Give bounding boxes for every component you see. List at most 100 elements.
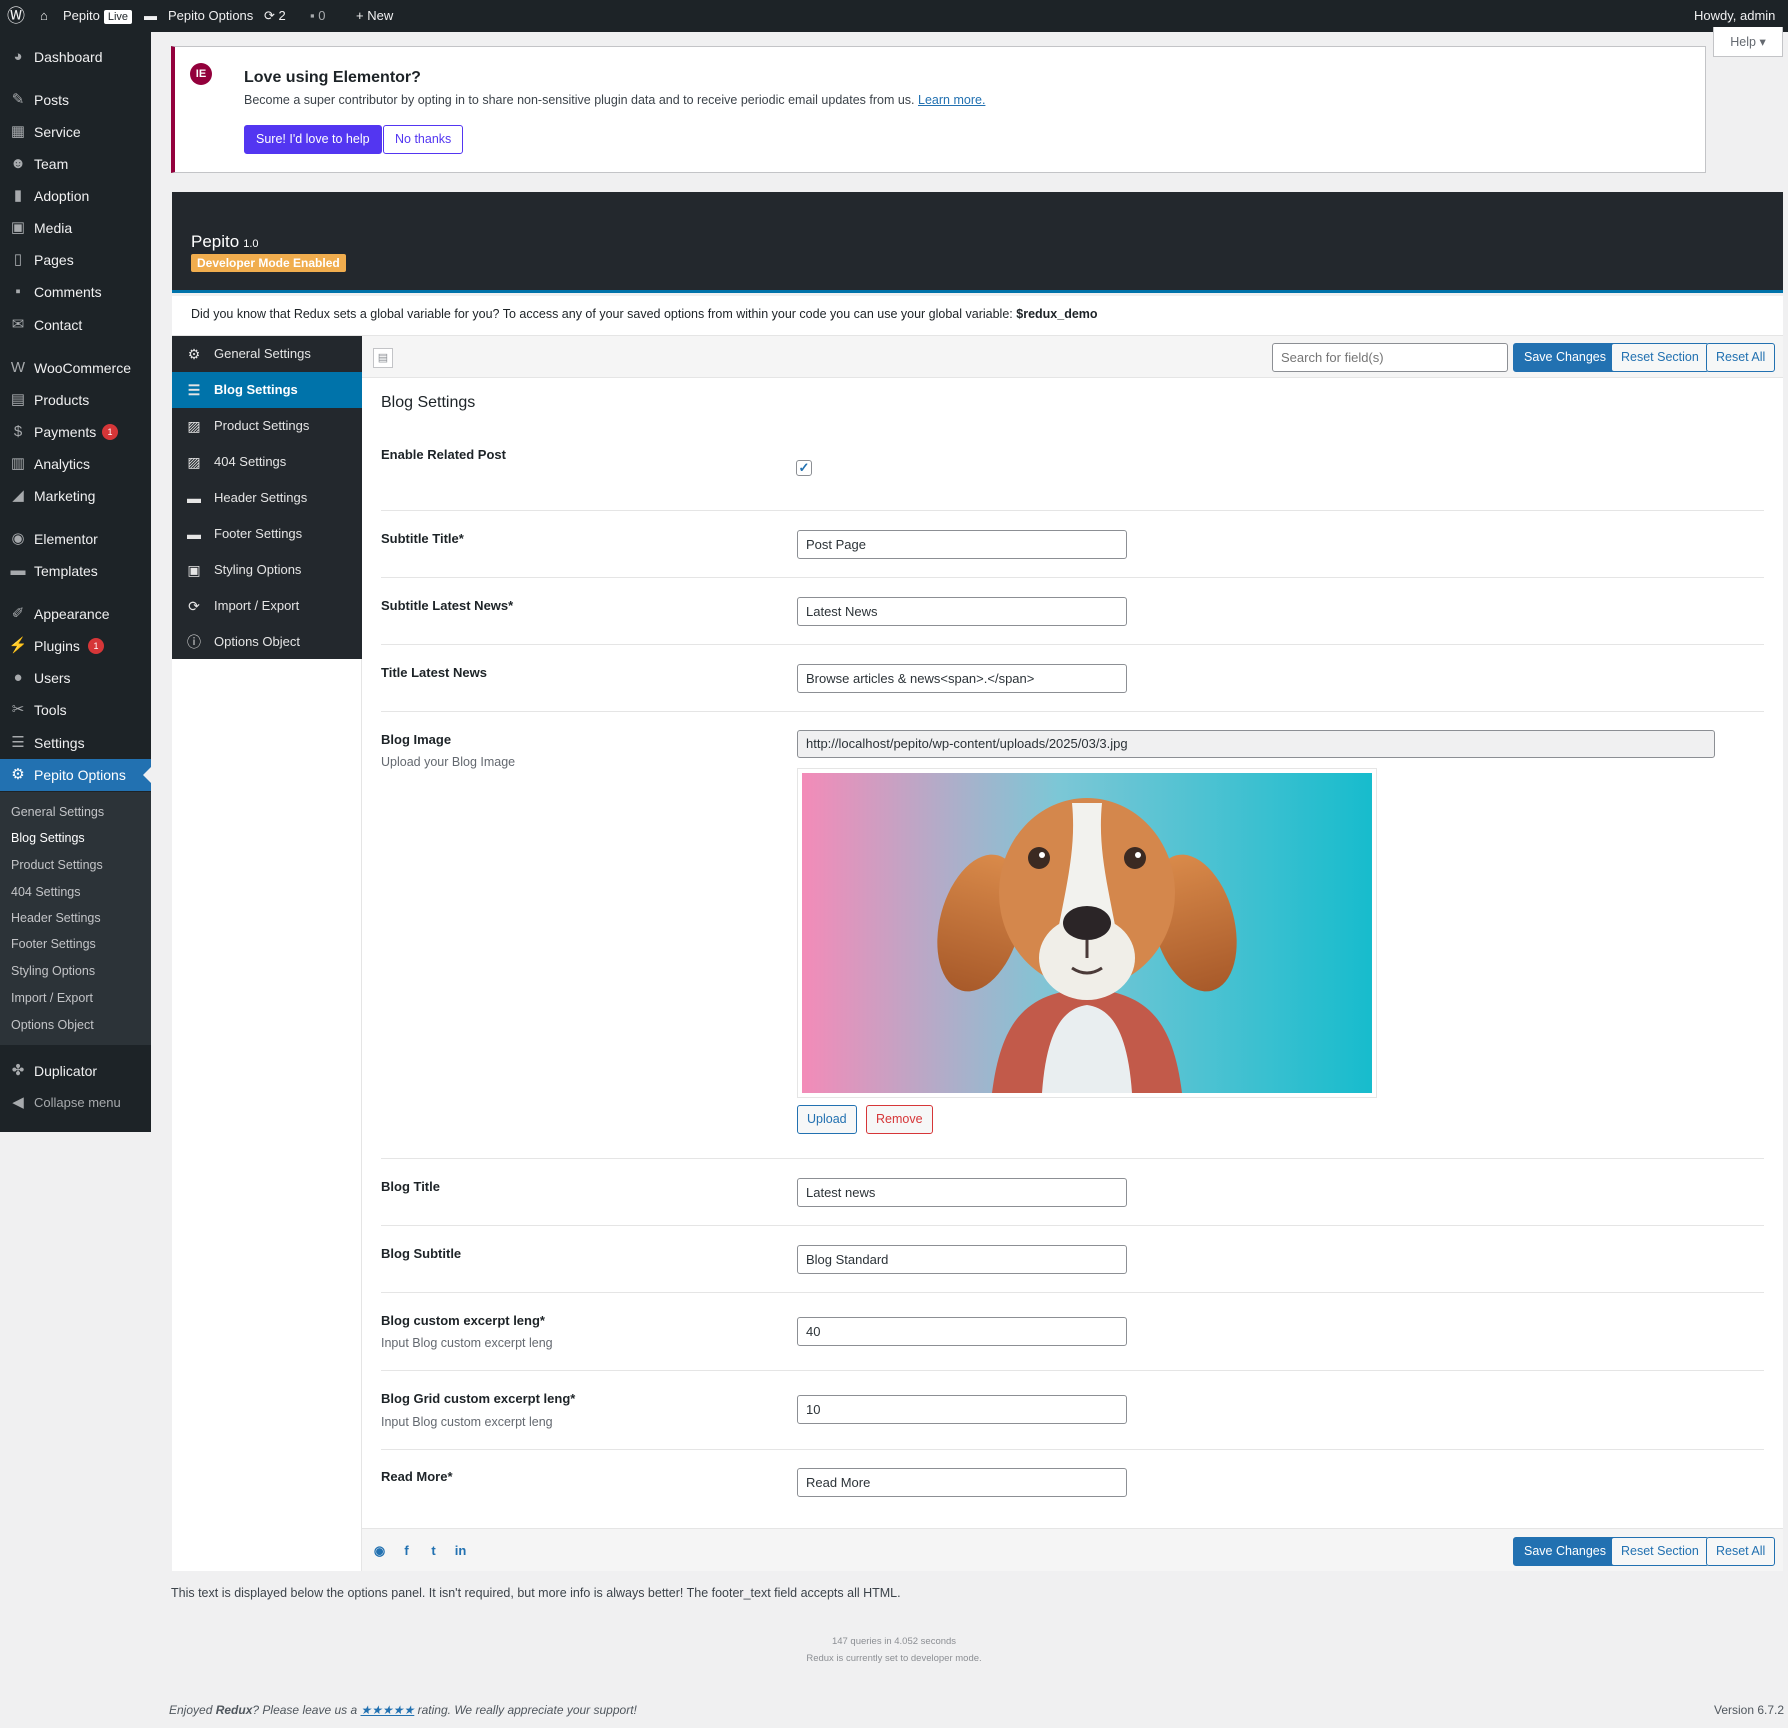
submenu-item-blog-settings[interactable]: Blog Settings — [11, 826, 85, 850]
menu-item-appearance[interactable]: ✐ Appearance — [0, 598, 151, 630]
comment-icon: ▪ — [310, 8, 315, 23]
rating-stars-link[interactable]: ★★★★★ — [361, 1703, 415, 1717]
submenu-item-general-settings[interactable]: General Settings — [11, 800, 104, 824]
query-stats: 147 queries in 4.052 seconds — [831, 1636, 957, 1647]
updates-link[interactable]: ⟳ 2 — [264, 0, 286, 32]
linkedin-icon[interactable]: in — [453, 1543, 468, 1558]
blog-subtitle-input[interactable] — [797, 1245, 1127, 1274]
menu-item-users[interactable]: ● Users — [0, 662, 151, 694]
menu-item-payments[interactable]: $ Payments 1 — [0, 416, 151, 448]
submenu-item-styling-options[interactable]: Styling Options — [11, 959, 95, 983]
admin-bar: Ⓦ ⌂ Pepito Live ▬ Pepito Options ⟳ 2 ▪ 0 … — [0, 0, 1788, 32]
menu-item-service[interactable]: ▦ Service — [0, 116, 151, 148]
menu-item-products[interactable]: ▤ Products — [0, 384, 151, 416]
menu-item-settings[interactable]: ☰ Settings — [0, 727, 151, 759]
check-icon: ✓ — [798, 460, 810, 475]
search-input[interactable] — [1272, 343, 1508, 372]
menu-item-templates[interactable]: ▬ Templates — [0, 555, 151, 587]
submenu-item-footer-settings[interactable]: Footer Settings — [11, 932, 96, 956]
blog-title-input[interactable] — [797, 1178, 1127, 1207]
menu-item-dashboard[interactable]: ◕ Dashboard — [0, 41, 151, 73]
footer-text: This text is displayed below the options… — [171, 1586, 901, 1600]
menu-item-marketing[interactable]: ◢ Marketing — [0, 480, 151, 512]
save-changes-button-bottom[interactable]: Save Changes — [1513, 1537, 1618, 1566]
menu-item-posts[interactable]: ✎ Posts — [0, 84, 151, 116]
grid-excerpt-input[interactable] — [797, 1395, 1127, 1424]
reset-section-button[interactable]: Reset Section — [1611, 343, 1709, 372]
submenu-item-options-object[interactable]: Options Object — [11, 1013, 94, 1037]
submenu-item-header-settings[interactable]: Header Settings — [11, 906, 101, 930]
excerpt-input[interactable] — [797, 1317, 1127, 1346]
menu-item-team[interactable]: ☻ Team — [0, 148, 151, 180]
menu-item-elementor[interactable]: ◉ Elementor — [0, 523, 151, 555]
opt-in-button[interactable]: Sure! I'd love to help — [244, 125, 382, 154]
reset-section-button-bottom[interactable]: Reset Section — [1611, 1537, 1709, 1566]
enable-related-label: Enable Related Post — [381, 447, 506, 462]
gear-icon: ⚙ — [11, 766, 25, 783]
duplicator-icon: ✤ — [11, 1062, 25, 1079]
subtitle-title-input[interactable] — [797, 530, 1127, 559]
folder-icon: ▬ — [144, 8, 157, 23]
submenu-item-product-settings[interactable]: Product Settings — [11, 853, 103, 877]
redux-nav-product-settings[interactable]: ▨ Product Settings — [172, 408, 362, 444]
redux-nav-header-settings[interactable]: ▬ Header Settings — [172, 480, 362, 516]
collapse-menu-button[interactable]: ◀ Collapse menu — [0, 1087, 151, 1119]
menu-item-plugins[interactable]: ⚡ Plugins 1 — [0, 630, 151, 662]
blog-image-url-field[interactable]: http://localhost/pepito/wp-content/uploa… — [797, 730, 1715, 758]
expand-options-icon[interactable]: ▤ — [373, 348, 393, 368]
save-changes-button[interactable]: Save Changes — [1513, 343, 1618, 372]
redux-toolbar: ▤ Save Changes Reset Section Reset All — [362, 336, 1783, 378]
menu-item-adoption[interactable]: ▮ Adoption — [0, 180, 151, 212]
chart-icon: ▨ — [187, 454, 201, 470]
excerpt-description: Input Blog custom excerpt leng — [381, 1336, 553, 1350]
comments-link[interactable]: ▪ 0 — [310, 0, 325, 32]
enable-related-checkbox[interactable]: ✓ — [796, 460, 812, 476]
update-count-badge: 1 — [88, 638, 104, 654]
menu-item-pages[interactable]: ▯ Pages — [0, 244, 151, 276]
title-latest-news-input[interactable] — [797, 664, 1127, 693]
submenu-item-import-export[interactable]: Import / Export — [11, 986, 93, 1010]
redux-nav-404-settings[interactable]: ▨ 404 Settings — [172, 444, 362, 480]
new-content-link[interactable]: + New — [356, 0, 393, 32]
book-icon: ▮ — [13, 187, 23, 204]
help-tab[interactable]: Help ▾ — [1713, 27, 1783, 57]
home-icon[interactable]: ⌂ — [40, 0, 48, 32]
menu-item-woocommerce[interactable]: W WooCommerce — [0, 352, 151, 384]
redux-nav-general-settings[interactable]: ⚙ General Settings — [172, 336, 362, 372]
people-icon: ☻ — [10, 155, 26, 172]
redux-nav-import-export[interactable]: ⟳ Import / Export — [172, 588, 362, 624]
twitter-icon[interactable]: t — [426, 1543, 441, 1558]
menu-item-pepito-options[interactable]: ⚙ Pepito Options — [0, 759, 151, 791]
no-thanks-button[interactable]: No thanks — [383, 125, 464, 154]
upload-button[interactable]: Upload — [797, 1105, 857, 1134]
subtitle-latest-news-input[interactable] — [797, 597, 1127, 626]
subtitle-title-label: Subtitle Title* — [381, 531, 464, 546]
menu-item-tools[interactable]: ✂ Tools — [0, 694, 151, 726]
menu-item-analytics[interactable]: ▥ Analytics — [0, 448, 151, 480]
site-name-link[interactable]: Pepito Live — [63, 0, 133, 32]
reset-all-button-bottom[interactable]: Reset All — [1706, 1537, 1776, 1566]
redux-nav-options-object[interactable]: ⓘ Options Object — [172, 624, 362, 660]
reset-all-button[interactable]: Reset All — [1706, 343, 1776, 372]
title-latest-news-label: Title Latest News — [381, 665, 487, 680]
redux-nav-styling-options[interactable]: ▣ Styling Options — [172, 552, 362, 588]
wordpress-logo-icon[interactable]: Ⓦ — [7, 0, 25, 32]
submenu-item-404-settings[interactable]: 404 Settings — [11, 880, 81, 904]
redux-sidebar-fill — [172, 659, 362, 1571]
mail-icon: ✉ — [11, 316, 25, 333]
redux-nav-footer-settings[interactable]: ▬ Footer Settings — [172, 516, 362, 552]
menu-item-media[interactable]: ▣ Media — [0, 212, 151, 244]
divider — [381, 510, 1764, 511]
redux-icon[interactable]: ◉ — [372, 1543, 387, 1558]
menu-item-contact[interactable]: ✉ Contact — [0, 309, 151, 341]
options-link[interactable]: Pepito Options — [168, 0, 253, 32]
wrench-icon: ✂ — [11, 701, 25, 718]
menu-item-comments[interactable]: ▪ Comments — [0, 276, 151, 308]
menu-item-duplicator[interactable]: ✤ Duplicator — [0, 1055, 151, 1087]
learn-more-link[interactable]: Learn more. — [918, 93, 985, 107]
remove-button[interactable]: Remove — [866, 1105, 933, 1134]
subtitle-latest-news-label: Subtitle Latest News* — [381, 598, 514, 613]
redux-nav-blog-settings[interactable]: ☰ Blog Settings — [172, 372, 362, 408]
facebook-icon[interactable]: f — [399, 1543, 414, 1558]
read-more-input[interactable] — [797, 1468, 1127, 1497]
